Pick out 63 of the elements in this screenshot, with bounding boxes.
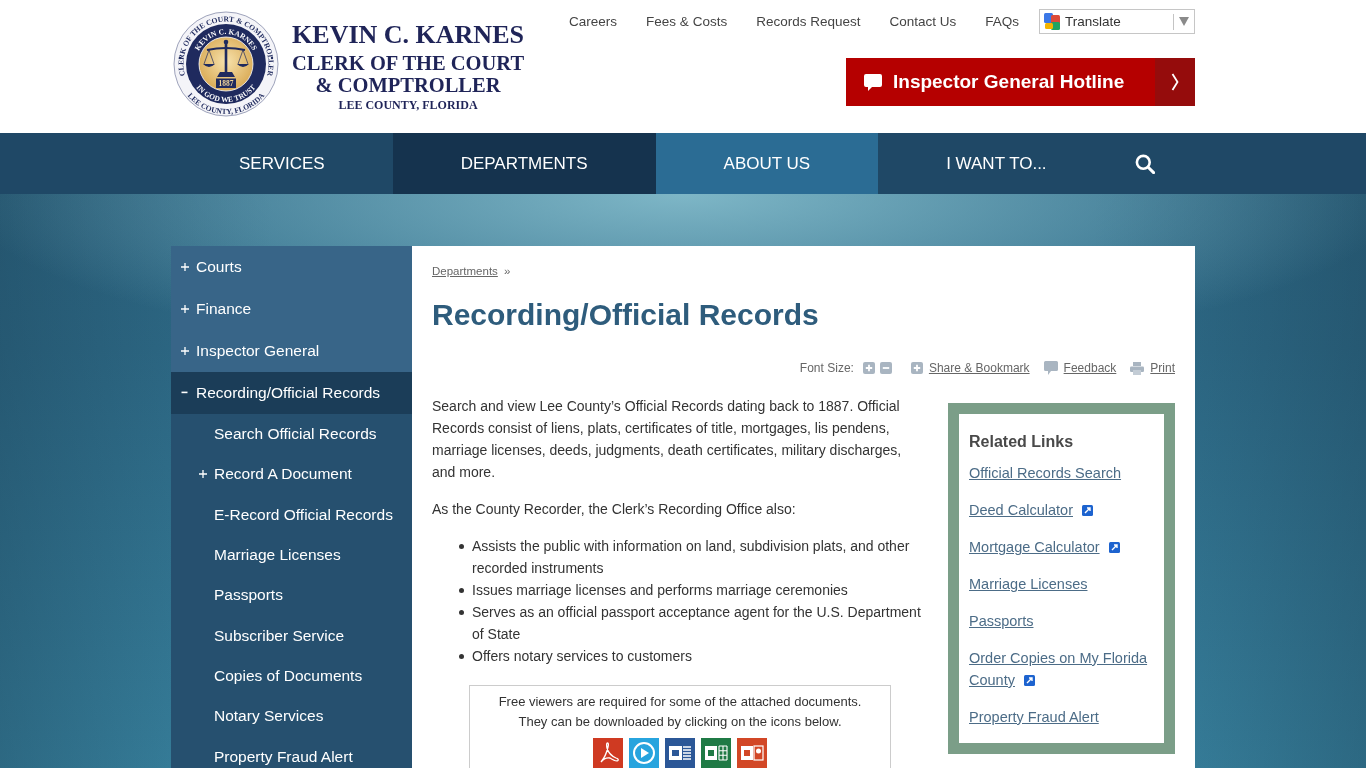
clerk-name[interactable]: KEVIN C. KARNES [292, 22, 524, 48]
related-link[interactable]: Deed Calculator [969, 499, 1093, 521]
body-paragraph: As the County Recorder, the Clerk’s Recording Office also: [432, 500, 797, 519]
related-link[interactable]: Mortgage Calculator [969, 536, 1120, 558]
list-item-text: Issues marriage licenses and performs marriage ceremonies [472, 581, 848, 600]
top-link[interactable]: Careers [569, 11, 618, 32]
translate-select[interactable]: Translate [1039, 9, 1195, 34]
list-item-text: Offers notary services to customers [472, 647, 692, 666]
plus-icon[interactable] [181, 263, 189, 271]
share-bookmark-link[interactable]: Share & Bookmark [928, 361, 1030, 375]
feedback-link[interactable]: Feedback [1063, 361, 1117, 375]
hotline-button[interactable]: Inspector General Hotline [846, 58, 1195, 106]
plus-icon[interactable] [199, 470, 207, 479]
nav-tab[interactable]: SERVICES [171, 133, 393, 194]
body-paragraph: Search and view Lee County’s Official Records dating back to 1887. Official Records consist of liens, plats, certificates of title, mortgages, lis pendens, marriage licenses, deeds, judgments, death certificates, military discharges, and more. [432, 397, 903, 482]
spreadsheet-icon[interactable] [701, 738, 731, 768]
external-link-icon[interactable] [1082, 505, 1093, 516]
search-icon[interactable] [1134, 153, 1155, 174]
list-item-text: Serves as an official passport acceptance agent for the U.S. Department of State [472, 603, 922, 644]
related-link[interactable]: Marriage Licenses [969, 573, 1088, 595]
translate-logo-icon [1044, 13, 1060, 30]
related-link[interactable]: Official Records Search [969, 462, 1122, 484]
bullet-icon [459, 588, 464, 593]
external-link-icon[interactable] [1023, 675, 1035, 686]
related-link[interactable]: Passports [969, 610, 1034, 632]
presentation-icon[interactable] [737, 738, 767, 768]
document-icon[interactable] [665, 738, 695, 768]
notice-text: Free viewers are required for some of the attached documents. [497, 693, 863, 711]
list-item-text: Assists the public with information on land, subdivision plats, and other recorded instruments [472, 537, 911, 578]
office-title[interactable]: CLERK OF THE COURT [291, 52, 525, 74]
related-links-heading: Related Links [969, 432, 1075, 452]
notice-text: They can be downloaded by clicking on the icons below. [517, 713, 843, 731]
top-link[interactable]: Records Request [756, 11, 861, 32]
chevron-icon [1155, 58, 1195, 106]
top-link[interactable]: Fees & Costs [646, 11, 728, 32]
font-size-label: Font Size: [799, 361, 854, 375]
plus-icon[interactable] [181, 347, 189, 355]
chat-icon [864, 73, 882, 91]
print-link[interactable]: Print [1150, 361, 1175, 375]
related-link[interactable]: Property Fraud Alert [969, 706, 1099, 728]
pdf-icon[interactable] [593, 738, 623, 768]
nav-tab[interactable]: I WANT TO... [878, 133, 1115, 194]
sidebar-item[interactable]: Finance [171, 288, 412, 330]
county-name[interactable]: LEE COUNTY, FLORIDA [338, 97, 478, 113]
page-title: Recording/Official Records [432, 297, 820, 333]
play-icon[interactable] [629, 738, 659, 768]
top-link[interactable]: Contact Us [889, 11, 957, 32]
sidebar-item[interactable]: Inspector General [171, 330, 412, 372]
bullet-icon [459, 544, 464, 549]
top-link[interactable]: FAQs [985, 11, 1019, 32]
bullet-icon [459, 654, 464, 659]
caret-icon[interactable] [1179, 17, 1189, 26]
breadcrumb-separator: » [504, 265, 511, 277]
office-title[interactable]: & COMPTROLLER [315, 74, 501, 96]
nav-tab[interactable]: DEPARTMENTS [392, 133, 656, 194]
nav-tab[interactable]: ABOUT US [655, 133, 879, 194]
breadcrumb-link[interactable]: Departments [432, 265, 498, 277]
external-link-icon[interactable] [1108, 542, 1120, 553]
sidebar-item[interactable]: Courts [171, 246, 412, 288]
bullet-icon [459, 610, 464, 615]
plus-icon[interactable] [181, 305, 189, 313]
related-link[interactable]: Order Copies on My Florida County [969, 647, 1154, 691]
sidebar-item[interactable]: Recording/Official Records [171, 372, 412, 414]
